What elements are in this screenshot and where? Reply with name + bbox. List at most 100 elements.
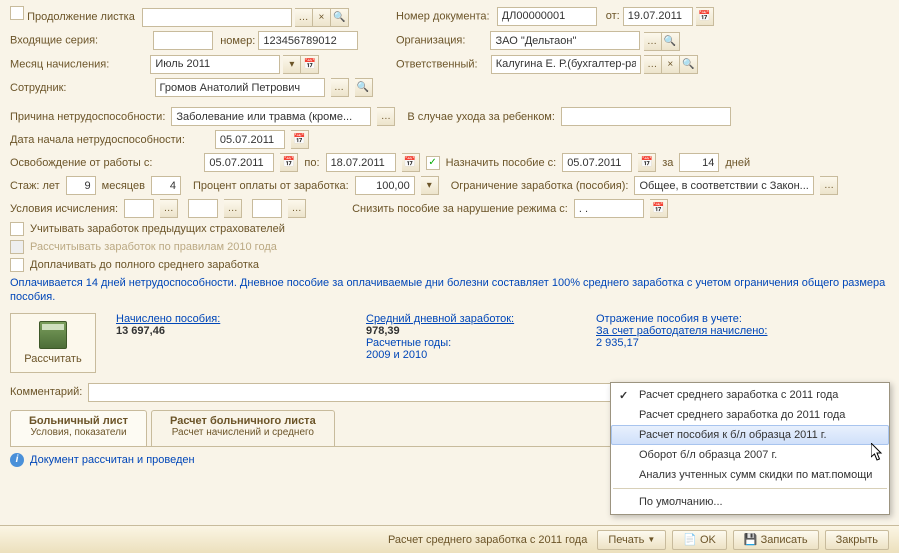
search-icon-resp[interactable]: 🔍 — [680, 55, 698, 74]
label-reason: Причина нетрудоспособности: — [10, 111, 165, 123]
label-child: В случае ухода за ребенком: — [407, 111, 555, 123]
menu-avg-2011[interactable]: Расчет среднего заработка с 2011 года — [611, 385, 889, 405]
menu-analysis[interactable]: Анализ учтенных сумм скидки по мат.помощ… — [611, 465, 889, 485]
btn-dots-org[interactable]: … — [644, 32, 662, 51]
checkbox-full-avg[interactable] — [10, 258, 24, 272]
label-refl: Отражение пособия в учете: — [596, 313, 889, 325]
label-reduce: Снизить пособие за нарушение режима с: — [352, 203, 568, 215]
label-stazh: Стаж: лет — [10, 180, 60, 192]
input-cond1[interactable] — [124, 199, 154, 218]
link-accrued[interactable]: Начислено пособия: — [116, 313, 346, 325]
label-cond: Условия исчисления: — [10, 203, 118, 215]
close-button[interactable]: Закрыть — [825, 530, 889, 550]
label-comment: Комментарий: — [10, 386, 82, 398]
calendar-icon-rfrom[interactable]: 📅 — [280, 153, 298, 172]
label-months: месяцев — [102, 180, 145, 192]
calendar-icon-month[interactable]: 📅 — [301, 55, 319, 74]
btn-clear-continuation[interactable]: × — [313, 8, 331, 27]
calc-btn-label: Рассчитать — [24, 353, 81, 365]
checkbox-continuation[interactable] — [10, 6, 24, 20]
input-assign[interactable] — [562, 153, 632, 172]
info-text: Оплачивается 14 дней нетрудоспособности.… — [10, 276, 889, 305]
label-assign: Назначить пособие с: — [446, 157, 557, 169]
menu-separator — [613, 488, 887, 489]
val-avg: 978,39 — [366, 325, 576, 337]
label-chk1: Учитывать заработок предыдущих страховат… — [30, 223, 285, 235]
label-num: номер: — [220, 35, 255, 47]
btn-dots-cond1[interactable]: … — [160, 199, 178, 218]
tab2-title: Расчет больничного листа — [170, 415, 316, 427]
label-continuation: Продолжение листка — [27, 11, 135, 23]
input-month[interactable] — [150, 55, 280, 74]
input-years[interactable] — [66, 176, 96, 195]
calendar-icon-rto[interactable]: 📅 — [402, 153, 420, 172]
save-button[interactable]: 💾Записать — [733, 530, 819, 550]
input-series[interactable] — [153, 31, 213, 50]
btn-dots-cond3[interactable]: … — [288, 199, 306, 218]
input-reduce[interactable] — [574, 199, 644, 218]
checkbox-prev-insurers[interactable] — [10, 222, 24, 236]
btn-dots-continuation[interactable]: … — [295, 8, 313, 27]
tab-calculation[interactable]: Расчет больничного листа Расчет начислен… — [151, 410, 335, 446]
print-button[interactable]: Печать▼ — [597, 530, 666, 550]
input-fromdate[interactable] — [623, 7, 693, 26]
btn-dots-emp[interactable]: … — [331, 78, 349, 97]
calendar-icon[interactable]: 📅 — [696, 7, 714, 26]
info-icon: i — [10, 453, 24, 467]
link-employer[interactable]: За счет работодателя начислено: — [596, 325, 889, 337]
input-limit[interactable] — [634, 176, 814, 195]
label-series: Входящие серия: — [10, 35, 98, 47]
link-avg[interactable]: Средний дневной заработок: — [366, 313, 576, 325]
search-icon-emp[interactable]: 🔍 — [355, 78, 373, 97]
calculate-button[interactable]: Рассчитать — [10, 313, 96, 373]
label-emp: Сотрудник: — [10, 82, 67, 94]
input-org[interactable] — [490, 31, 640, 50]
btn-dots-limit[interactable]: … — [820, 176, 838, 195]
btn-dots-reason[interactable]: … — [377, 107, 395, 126]
label-month: Месяц начисления: — [10, 58, 109, 70]
input-docnum[interactable] — [497, 7, 597, 26]
input-start[interactable] — [215, 130, 285, 149]
input-continuation[interactable] — [142, 8, 292, 27]
btn-clear-resp[interactable]: × — [662, 55, 680, 74]
search-icon[interactable]: 🔍 — [331, 8, 349, 27]
spinner-month[interactable]: ▾ — [283, 55, 301, 74]
input-months[interactable] — [151, 176, 181, 195]
input-resp[interactable] — [491, 55, 641, 74]
checkbox-2010-rules — [10, 240, 24, 254]
label-release: Освобождение от работы с: — [10, 157, 152, 169]
input-cond3[interactable] — [252, 199, 282, 218]
tab-sick-leave[interactable]: Больничный лист Условия, показатели — [10, 410, 147, 446]
input-reason[interactable] — [171, 107, 371, 126]
input-cond2[interactable] — [188, 199, 218, 218]
calendar-icon-assign[interactable]: 📅 — [638, 153, 656, 172]
input-release-from[interactable] — [204, 153, 274, 172]
btn-dots-cond2[interactable]: … — [224, 199, 242, 218]
input-release-to[interactable] — [326, 153, 396, 172]
label-limit: Ограничение заработка (пособия): — [451, 180, 629, 192]
label-percent: Процент оплаты от заработка: — [193, 180, 349, 192]
ok-button[interactable]: 📄OK — [672, 530, 727, 550]
label-days: дней — [725, 157, 750, 169]
input-emp[interactable] — [155, 78, 325, 97]
checkbox-assign[interactable]: ✓ — [426, 156, 440, 170]
menu-avg-pre2011[interactable]: Расчет среднего заработка до 2011 года — [611, 405, 889, 425]
spinner-percent[interactable]: ▾ — [421, 176, 439, 195]
label-docnum: Номер документа: — [396, 10, 490, 22]
label-org: Организация: — [396, 35, 465, 47]
label-from: от: — [606, 10, 620, 22]
label-chk3: Доплачивать до полного среднего заработк… — [30, 259, 259, 271]
input-child[interactable] — [561, 107, 731, 126]
print-menu-popup: Расчет среднего заработка с 2011 года Ра… — [610, 382, 890, 515]
val-years: 2009 и 2010 — [366, 349, 576, 361]
menu-default[interactable]: По умолчанию... — [611, 492, 889, 512]
input-days[interactable] — [679, 153, 719, 172]
menu-benefit-2011[interactable]: Расчет пособия к б/л образца 2011 г. — [611, 425, 889, 445]
menu-turnover-2007[interactable]: Оборот б/л образца 2007 г. — [611, 445, 889, 465]
search-icon-org[interactable]: 🔍 — [662, 32, 680, 51]
input-num[interactable] — [258, 31, 358, 50]
input-percent[interactable] — [355, 176, 415, 195]
btn-dots-resp[interactable]: … — [644, 55, 662, 74]
calendar-icon-start[interactable]: 📅 — [291, 130, 309, 149]
calendar-icon-reduce[interactable]: 📅 — [650, 199, 668, 218]
